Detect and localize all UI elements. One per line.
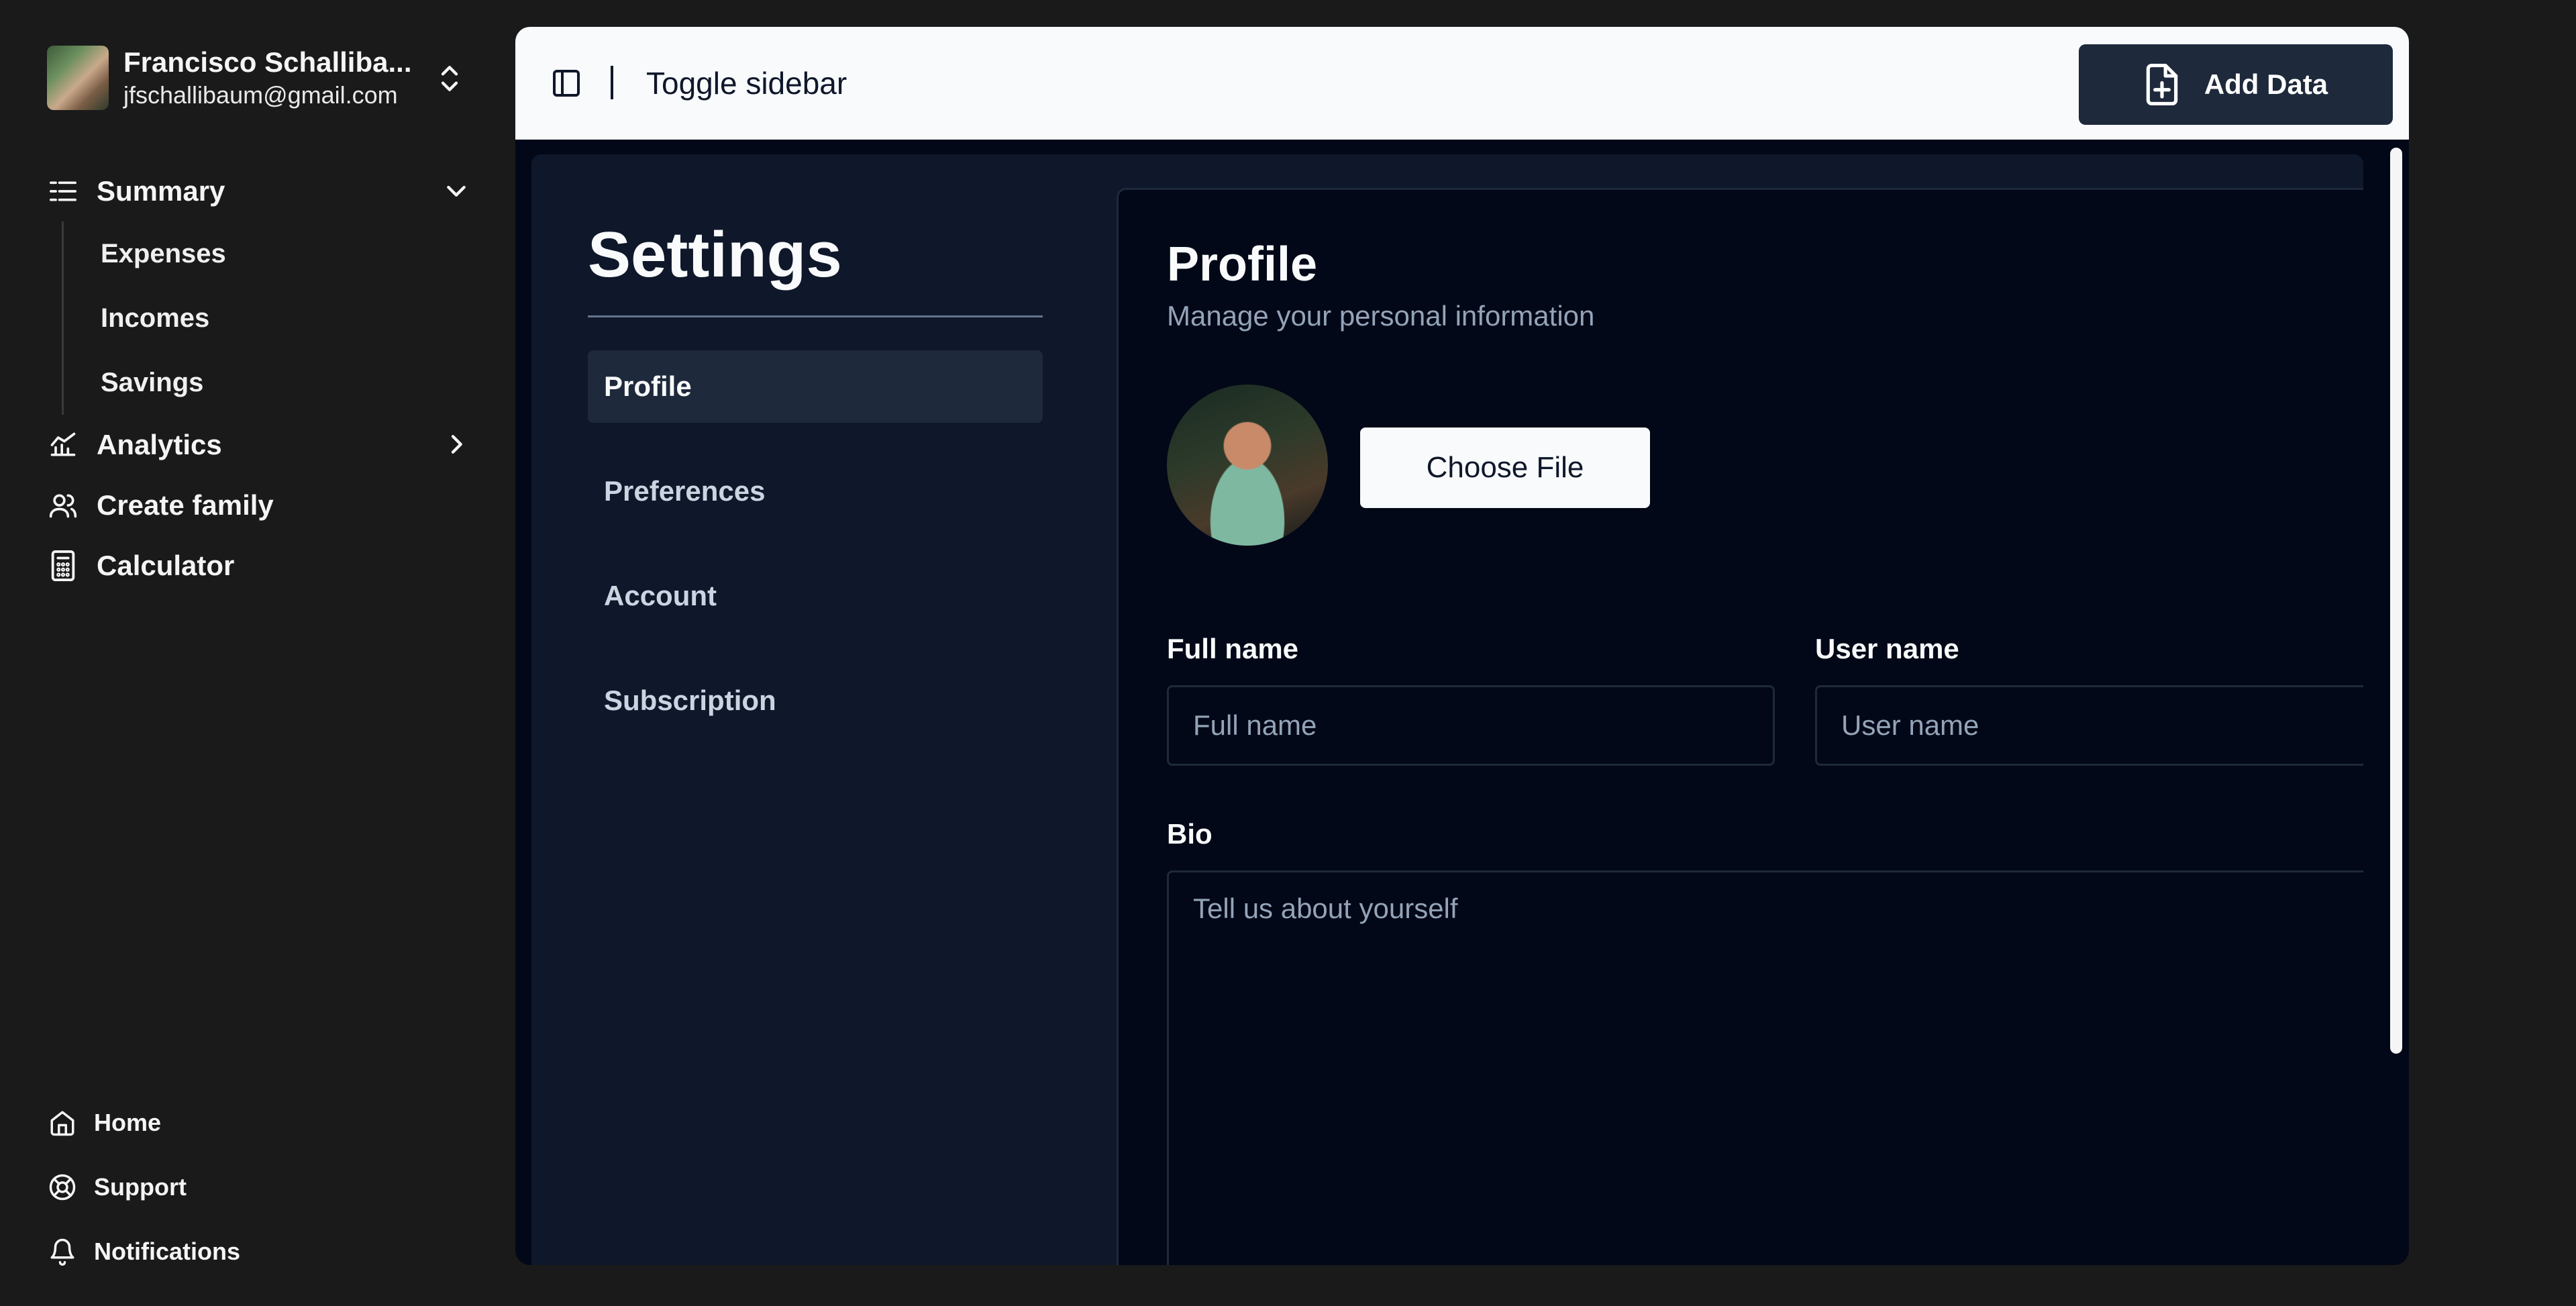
sidebar: Francisco Schalliba... jfschallibaum@gma… xyxy=(0,0,515,1306)
bio-textarea[interactable] xyxy=(1169,872,2363,1265)
full-name-label: Full name xyxy=(1167,633,1299,664)
profile-title: Profile xyxy=(1167,238,1318,291)
profile-avatar xyxy=(1167,385,1328,546)
tab-profile[interactable]: Profile xyxy=(588,350,1043,423)
settings-content: Settings Profile Preferences Account Sub… xyxy=(531,154,2363,1265)
main-nav: Summary Expenses Incomes Savings Analyti… xyxy=(47,161,476,596)
nav-item-notifications[interactable]: Notifications xyxy=(47,1219,476,1284)
nav-item-calculator[interactable]: Calculator xyxy=(47,536,476,596)
nav-label-support: Support xyxy=(94,1173,187,1201)
nav-item-summary[interactable]: Summary xyxy=(47,161,476,221)
user-name-input[interactable] xyxy=(1817,687,2363,764)
chart-line-icon xyxy=(47,429,79,461)
tab-account[interactable]: Account xyxy=(588,560,1043,632)
scrollbar[interactable] xyxy=(2390,148,2402,1054)
app-root: Francisco Schalliba... jfschallibaum@gma… xyxy=(0,0,2576,1306)
full-name-input[interactable] xyxy=(1169,687,1773,764)
panel-left-icon[interactable] xyxy=(550,67,582,99)
chevrons-up-down-icon[interactable] xyxy=(436,62,463,95)
full-name-field[interactable] xyxy=(1167,685,1775,766)
nav-label-analytics: Analytics xyxy=(97,429,222,460)
nav-label-calculator: Calculator xyxy=(97,550,235,581)
tab-subscription[interactable]: Subscription xyxy=(588,664,1043,737)
user-email: jfschallibaum@gmail.com xyxy=(123,81,398,109)
calculator-icon xyxy=(47,550,79,582)
home-icon xyxy=(47,1107,78,1138)
nav-label-home: Home xyxy=(94,1109,162,1136)
chevron-right-icon xyxy=(451,435,462,454)
users-icon xyxy=(47,489,79,521)
add-data-button[interactable]: Add Data xyxy=(2079,44,2393,125)
profile-card: Profile Manage your personal information… xyxy=(1117,188,2363,1265)
user-info: Francisco Schalliba... jfschallibaum@gma… xyxy=(123,45,412,111)
nav-item-support[interactable]: Support xyxy=(47,1155,476,1219)
bell-icon xyxy=(47,1236,78,1267)
bio-field[interactable] xyxy=(1167,870,2363,1265)
file-plus-icon xyxy=(2146,64,2178,105)
footer-nav: Home Support Notifications xyxy=(47,1091,476,1284)
page-title: Settings xyxy=(588,219,842,291)
nav-item-home[interactable]: Home xyxy=(47,1091,476,1155)
sidebar-item-expenses[interactable]: Expenses xyxy=(101,221,476,286)
divider xyxy=(588,315,1043,317)
add-data-label: Add Data xyxy=(2204,68,2328,100)
bio-label: Bio xyxy=(1167,818,1213,850)
life-buoy-icon xyxy=(47,1172,78,1203)
main-panel: Toggle sidebar Add Data Settings Profile… xyxy=(515,27,2409,1265)
tab-preferences[interactable]: Preferences xyxy=(588,455,1043,528)
toggle-sidebar-label: Toggle sidebar xyxy=(646,66,847,101)
sidebar-item-savings[interactable]: Savings xyxy=(101,350,476,415)
user-switcher[interactable]: Francisco Schalliba... jfschallibaum@gma… xyxy=(47,42,476,114)
choose-file-button[interactable]: Choose File xyxy=(1360,428,1650,508)
nav-item-create-family[interactable]: Create family xyxy=(47,475,476,536)
list-icon xyxy=(47,175,79,207)
top-bar: Toggle sidebar Add Data xyxy=(515,27,2409,140)
profile-subtitle: Manage your personal information xyxy=(1167,300,1595,332)
separator xyxy=(611,66,613,99)
nav-label-summary: Summary xyxy=(97,175,225,207)
sidebar-item-incomes[interactable]: Incomes xyxy=(101,286,476,350)
avatar xyxy=(47,46,109,110)
chevron-down-icon xyxy=(447,185,466,197)
summary-subnav: Expenses Incomes Savings xyxy=(62,221,476,415)
user-name: Francisco Schalliba... xyxy=(123,46,412,78)
user-name-label: User name xyxy=(1815,633,1959,664)
nav-label-notifications: Notifications xyxy=(94,1238,241,1265)
nav-item-analytics[interactable]: Analytics xyxy=(47,415,476,475)
nav-label-create-family: Create family xyxy=(97,489,274,521)
settings-nav: Profile Preferences Account Subscription xyxy=(588,350,1043,769)
user-name-field[interactable] xyxy=(1815,685,2363,766)
